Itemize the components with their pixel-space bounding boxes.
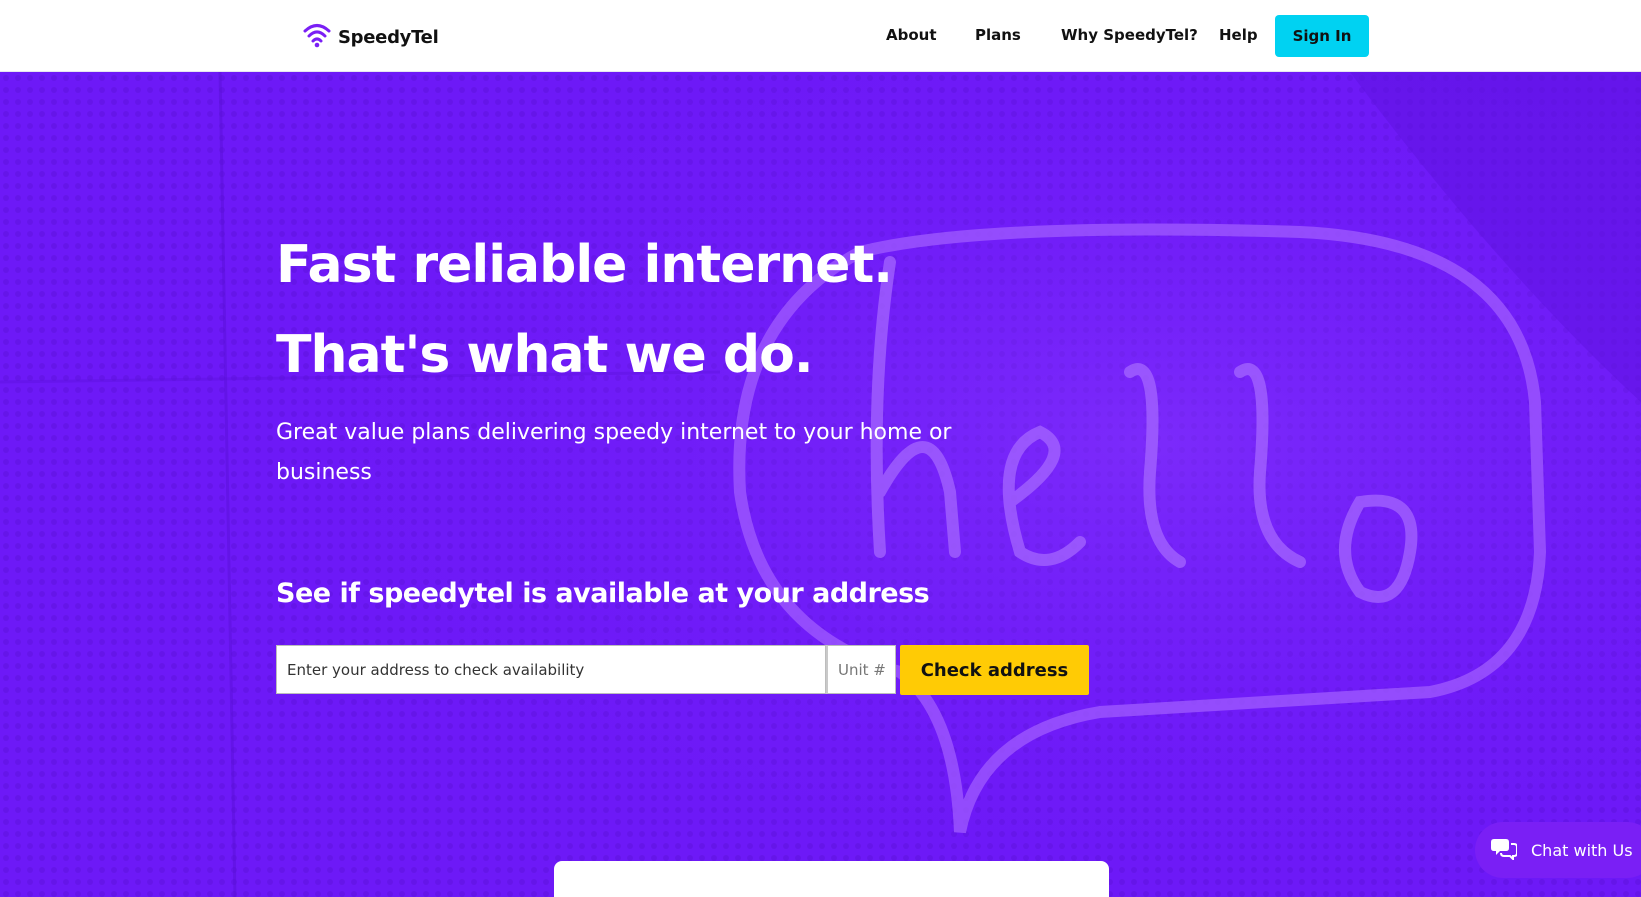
chat-label: Chat with Us: [1531, 840, 1633, 860]
sign-in-button[interactable]: Sign In: [1275, 15, 1369, 57]
unit-input[interactable]: [826, 645, 896, 694]
content-card: [554, 861, 1109, 897]
availability-heading: See if speedytel is available at your ad…: [276, 578, 930, 609]
hero-subtitle: Great value plans delivering speedy inte…: [276, 420, 952, 485]
hero-headline-line-1: Fast reliable internet.: [276, 235, 893, 295]
nav-help[interactable]: Help: [1219, 26, 1258, 44]
nav-plans[interactable]: Plans: [975, 26, 1021, 44]
chat-bubbles-icon: [1491, 836, 1518, 864]
chat-with-us-button[interactable]: Chat with Us: [1475, 822, 1641, 878]
address-input[interactable]: [276, 645, 826, 694]
check-address-button[interactable]: Check address: [900, 645, 1089, 695]
nav-about[interactable]: About: [886, 26, 937, 44]
site-header: SpeedyTel About Plans Why SpeedyTel? Hel…: [0, 0, 1641, 72]
hero-headline-line-2: That's what we do.: [276, 325, 814, 385]
main-nav: About Plans Why SpeedyTel? Help Sign In: [0, 0, 1641, 72]
nav-why-speedytel[interactable]: Why SpeedyTel?: [1061, 26, 1198, 44]
hero-section: Fast reliable internet. That's what we d…: [0, 72, 1641, 897]
